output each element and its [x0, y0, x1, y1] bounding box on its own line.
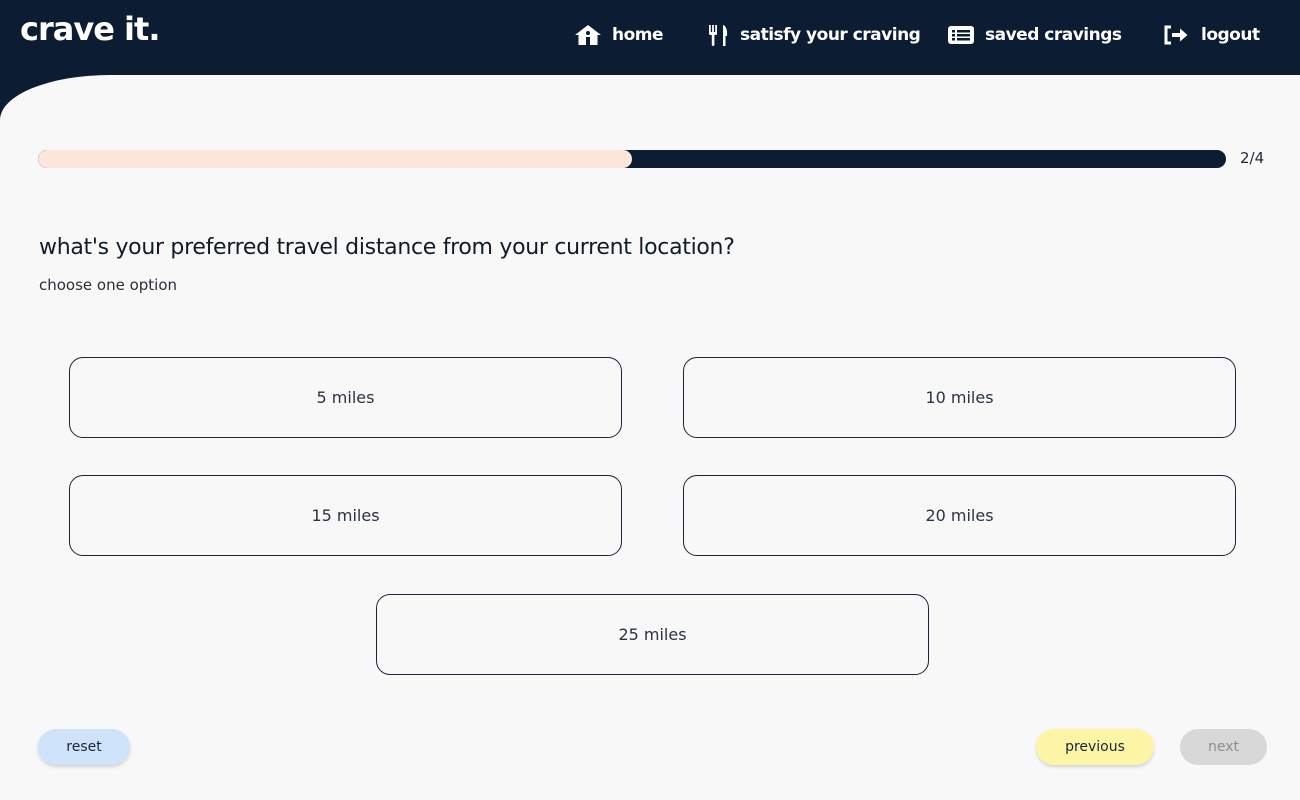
- option-5-miles[interactable]: 5 miles: [69, 357, 622, 438]
- progress-counter: 2/4: [1240, 149, 1265, 167]
- nav-satisfy-your-craving[interactable]: satisfy your craving: [708, 20, 921, 50]
- app-logo[interactable]: crave it.: [20, 10, 160, 48]
- nav-satisfy-label: satisfy your craving: [740, 25, 921, 45]
- quiz-panel: 2/4 what's your preferred travel distanc…: [0, 75, 1300, 800]
- question-subtitle: choose one option: [39, 276, 178, 294]
- progress-bar: [38, 150, 1226, 168]
- logout-icon: [1164, 25, 1188, 45]
- previous-button[interactable]: previous: [1036, 729, 1154, 765]
- nav-saved-cravings[interactable]: saved cravings: [947, 20, 1122, 50]
- progress-bar-fill: [38, 150, 632, 168]
- nav-home[interactable]: home: [574, 20, 664, 50]
- option-20-miles[interactable]: 20 miles: [683, 475, 1236, 556]
- option-15-miles[interactable]: 15 miles: [69, 475, 622, 556]
- home-icon: [575, 25, 601, 45]
- nav-logout-label: logout: [1201, 25, 1260, 45]
- option-10-miles[interactable]: 10 miles: [683, 357, 1236, 438]
- question-title: what's your preferred travel distance fr…: [39, 235, 735, 260]
- list-icon: [948, 26, 974, 44]
- reset-button[interactable]: reset: [38, 729, 130, 765]
- option-25-miles[interactable]: 25 miles: [376, 594, 929, 675]
- nav-logout[interactable]: logout: [1163, 20, 1260, 50]
- utensils-icon: [709, 25, 728, 46]
- nav-saved-label: saved cravings: [985, 25, 1122, 45]
- nav-home-label: home: [612, 25, 664, 45]
- next-button[interactable]: next: [1180, 729, 1267, 765]
